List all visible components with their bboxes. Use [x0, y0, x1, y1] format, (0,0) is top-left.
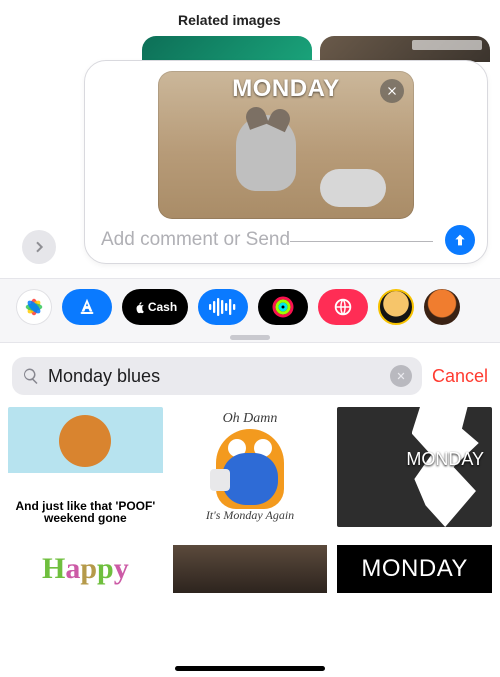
memoji-icon[interactable] — [378, 289, 414, 325]
memoji-icon[interactable] — [424, 289, 460, 325]
tile-text: MONDAY — [361, 555, 468, 583]
waveform-icon — [208, 298, 238, 316]
app-store-icon[interactable] — [62, 289, 112, 325]
apple-cash-icon[interactable]: Cash — [122, 289, 188, 325]
results-grid: And just like that 'POOF' weekend gone O… — [0, 407, 500, 545]
photos-app-icon[interactable] — [16, 289, 52, 325]
result-tile[interactable]: And just like that 'POOF' weekend gone — [8, 407, 163, 527]
apple-cash-label: Cash — [148, 300, 177, 314]
send-button[interactable] — [445, 225, 475, 255]
preview-caption: MONDAY — [232, 75, 339, 103]
related-image-tile[interactable] — [320, 36, 490, 62]
attachment-preview[interactable]: MONDAY — [158, 71, 414, 219]
preview-image-placeholder — [320, 169, 386, 207]
drawer-grabber[interactable] — [230, 335, 270, 340]
tile-image-placeholder — [173, 545, 328, 593]
app-drawer: Cash — [0, 278, 500, 343]
expand-apps-button[interactable] — [22, 230, 56, 264]
magnifying-glass-icon — [22, 367, 40, 385]
cancel-button[interactable]: Cancel — [432, 366, 488, 387]
clear-icon — [396, 371, 406, 381]
tile-caption: And just like that 'POOF' weekend gone — [8, 496, 163, 527]
compose-card: MONDAY — [84, 60, 488, 264]
clear-search-button[interactable] — [390, 365, 412, 387]
tile-image-placeholder — [59, 415, 111, 467]
tile-caption-top: Oh Damn — [173, 411, 328, 427]
related-images-heading: Related images — [178, 12, 500, 28]
tile-label: MONDAY — [406, 449, 484, 470]
result-tile[interactable] — [173, 545, 328, 593]
activity-rings-icon — [271, 295, 295, 319]
preview-image-placeholder — [236, 115, 296, 191]
audio-wave-icon[interactable] — [198, 289, 248, 325]
chevron-right-icon — [31, 239, 47, 255]
result-tile[interactable]: MONDAY — [337, 545, 492, 593]
home-indicator[interactable] — [175, 666, 325, 672]
close-icon — [386, 85, 398, 97]
arrow-up-icon — [452, 232, 468, 248]
related-images-strip[interactable] — [142, 36, 500, 62]
remove-attachment-button[interactable] — [380, 79, 404, 103]
tile-caption-bottom: It's Monday Again — [173, 508, 328, 523]
photos-icon — [23, 296, 45, 318]
search-input[interactable] — [48, 366, 382, 387]
apple-logo-icon — [133, 300, 145, 314]
results-grid-row-2: Happy MONDAY — [0, 545, 500, 593]
related-image-tile[interactable] — [142, 36, 312, 62]
fitness-rings-icon[interactable] — [258, 289, 308, 325]
tile-text: Happy — [42, 552, 129, 586]
result-tile[interactable]: MONDAY — [337, 407, 492, 527]
search-field[interactable] — [12, 357, 422, 395]
web-search-icon[interactable] — [318, 289, 368, 325]
placeholder-strikethrough — [290, 241, 433, 243]
appstore-a-icon — [76, 296, 98, 318]
result-tile[interactable]: Happy — [8, 545, 163, 593]
tile-image-placeholder — [216, 429, 284, 509]
globe-icon — [332, 296, 354, 318]
result-tile[interactable]: Oh Damn It's Monday Again — [173, 407, 328, 527]
